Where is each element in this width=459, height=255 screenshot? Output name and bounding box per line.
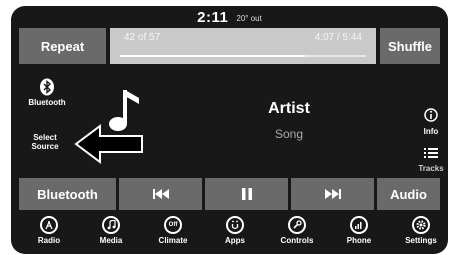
tracks-label: Tracks xyxy=(418,164,444,173)
phone-icon xyxy=(350,216,368,234)
song-title: Song xyxy=(274,127,304,141)
bluetooth-button[interactable]: Bluetooth xyxy=(19,178,116,210)
dock-settings[interactable]: Settings xyxy=(394,216,448,245)
track-count: 42 of 57 xyxy=(124,32,161,43)
playback-controls: Bluetooth Audio xyxy=(19,178,440,210)
climate-icon: Off xyxy=(164,216,182,234)
dock-phone[interactable]: Phone xyxy=(332,216,386,245)
info-icon xyxy=(424,108,438,122)
track-time: 4:07 / 5:44 xyxy=(314,32,362,43)
info-button[interactable]: Info xyxy=(419,108,443,136)
list-icon xyxy=(424,148,438,158)
info-label: Info xyxy=(423,127,439,136)
track-progress-panel[interactable]: 42 of 57 4:07 / 5:44 xyxy=(110,28,376,64)
clock: 2:11 xyxy=(197,9,229,26)
pause-icon xyxy=(241,188,252,200)
wrench-icon xyxy=(288,216,306,234)
status-bar: 2:11 20° out xyxy=(11,6,448,26)
next-track-button[interactable] xyxy=(291,178,374,210)
dock-controls-label: Controls xyxy=(280,236,314,245)
dock-climate-label: Climate xyxy=(158,236,188,245)
dock-controls[interactable]: Controls xyxy=(270,216,324,245)
dock-settings-label: Settings xyxy=(405,236,437,245)
dock-apps[interactable]: Apps xyxy=(208,216,262,245)
next-icon xyxy=(324,189,341,199)
bottom-dock: Radio Media Off Climate Apps Controls Ph… xyxy=(11,214,448,254)
music-note-icon xyxy=(109,90,139,131)
progress-bar[interactable] xyxy=(120,55,366,57)
select-source-text: Select Source xyxy=(31,133,59,152)
audio-button[interactable]: Audio xyxy=(377,178,440,210)
radio-icon xyxy=(40,216,58,234)
dock-apps-label: Apps xyxy=(225,236,245,245)
bluetooth-icon xyxy=(40,78,54,96)
gear-icon xyxy=(412,216,430,234)
previous-icon xyxy=(152,189,169,199)
dock-media-label: Media xyxy=(99,236,123,245)
head-unit-screen: 2:11 20° out Repeat 42 of 57 4:07 / 5:44… xyxy=(11,6,448,254)
dock-radio[interactable]: Radio xyxy=(22,216,76,245)
select-source-label[interactable]: Select Source xyxy=(23,133,67,151)
previous-track-button[interactable] xyxy=(119,178,202,210)
tracks-button[interactable]: Tracks xyxy=(415,146,447,173)
pause-button[interactable] xyxy=(205,178,288,210)
music-note-icon xyxy=(102,216,120,234)
dock-radio-label: Radio xyxy=(37,236,61,245)
progress-bar-fill xyxy=(120,55,305,57)
shuffle-button[interactable]: Shuffle xyxy=(380,28,440,64)
bluetooth-source-label: Bluetooth xyxy=(28,98,66,107)
outside-temperature: 20° out xyxy=(236,14,262,23)
dock-climate[interactable]: Off Climate xyxy=(146,216,200,245)
apps-icon xyxy=(226,216,244,234)
dock-media[interactable]: Media xyxy=(84,216,138,245)
dock-phone-label: Phone xyxy=(346,236,372,245)
repeat-button[interactable]: Repeat xyxy=(19,28,106,64)
artist-name: Artist xyxy=(268,100,310,117)
